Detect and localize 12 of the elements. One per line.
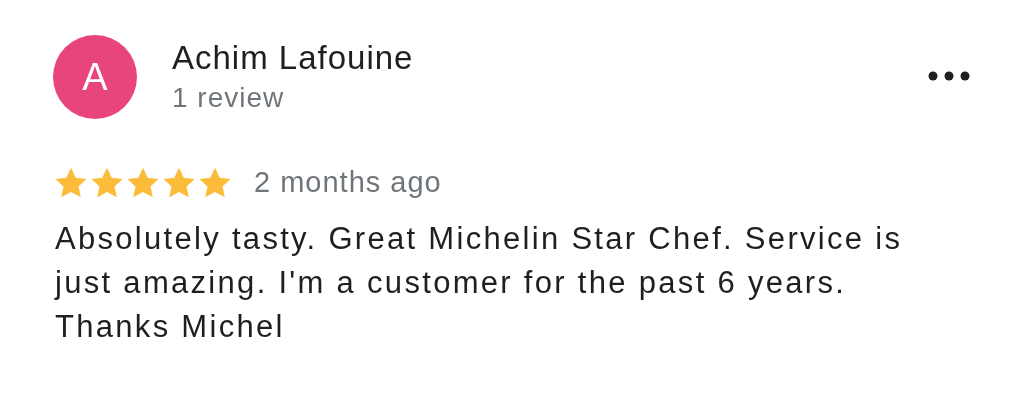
- star-icon: [198, 166, 232, 199]
- review-date: 2 months ago: [254, 166, 442, 199]
- star-icon: [162, 166, 196, 199]
- reviewer-name[interactable]: Achim Lafouine: [172, 39, 414, 77]
- review-count: 1 review: [172, 81, 286, 115]
- star-icon: [126, 166, 160, 199]
- star-icon: [54, 166, 88, 199]
- more-options-button[interactable]: [928, 71, 970, 81]
- review-text: Absolutely tasty. Great Michelin Star Chef. Service is just amazing. I'm a customer for the past 6 years. Thanks Michel: [55, 220, 904, 346]
- more-icon: [928, 71, 970, 81]
- avatar[interactable]: A: [53, 35, 137, 119]
- star-icon: [90, 166, 124, 199]
